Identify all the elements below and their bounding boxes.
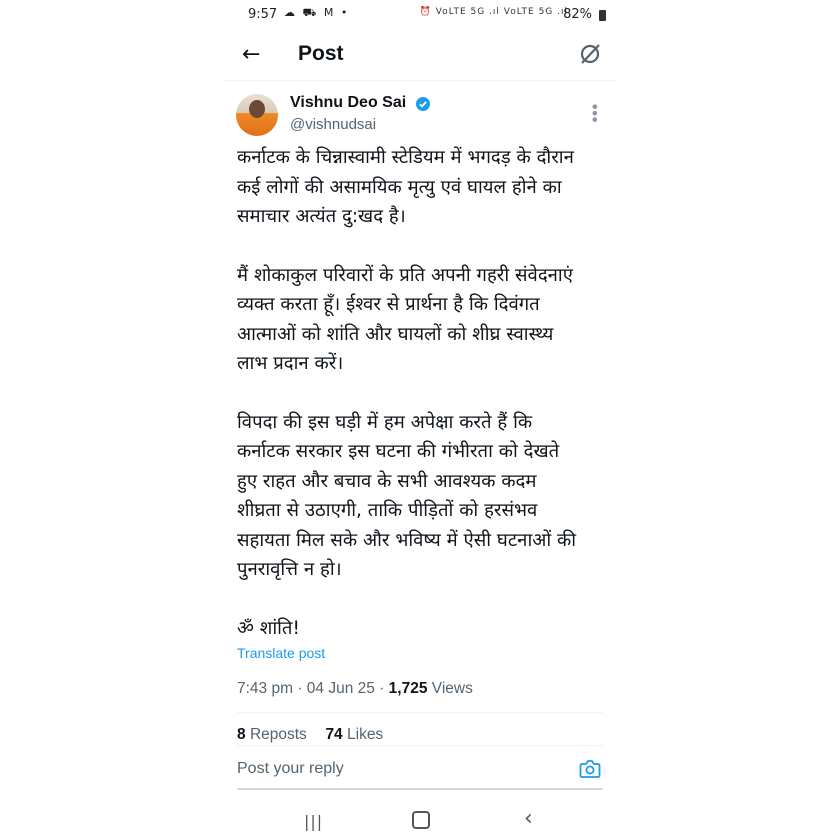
text-line: कर्नाटक सरकार इस घटना की गंभीरता को देखत…: [237, 441, 560, 462]
paragraph-3: विपदा की इस घड़ी में हम अपेक्षा करते हैं…: [237, 408, 609, 585]
text-line: कई लोगों की असामयिक मृत्यु एवं घायल होने…: [237, 176, 562, 198]
battery-icon: [599, 10, 606, 21]
likes-label: Likes: [347, 726, 384, 743]
text-line: आत्माओं को शांति और घायलों को शीघ्र स्वा…: [237, 323, 554, 345]
avatar-face: [249, 100, 265, 118]
likes-link[interactable]: 74 Likes: [325, 726, 383, 743]
home-icon[interactable]: [412, 811, 430, 829]
translate-post-link[interactable]: Translate post: [237, 645, 325, 661]
text-line: मैं शोकाकुल परिवारों के प्रति अपनी गहरी …: [237, 264, 573, 286]
text-line: समाचार अत्यंत दु:खद है।: [237, 206, 406, 227]
signal-icons: ⏰ VoLTE 5G .ıl VoLTE 5G .ıl: [419, 7, 568, 17]
views-count: 1,725: [388, 680, 428, 697]
status-time: 9:57: [248, 7, 278, 22]
system-back-icon[interactable]: ‹: [524, 806, 533, 831]
engagement-stats: 8 Reposts 74 Likes: [237, 726, 383, 744]
grok-icon[interactable]: [578, 42, 602, 66]
camera-icon[interactable]: [579, 759, 601, 779]
reposts-count: 8: [237, 726, 246, 743]
reposts-link[interactable]: 8 Reposts: [237, 726, 311, 743]
divider: [237, 745, 603, 746]
text-line: ॐ शांति!: [237, 617, 300, 639]
text-line: विपदा की इस घड़ी में हम अपेक्षा करते हैं…: [237, 411, 533, 433]
text-line: शीघ्रता से उठाएगी, ताकि पीड़ितों को हरसं…: [237, 500, 538, 521]
text-line: हुए राहत और बचाव के सभी आवश्यक कदम: [237, 470, 537, 492]
post-text: कर्नाटक के चिन्नास्वामी स्टेडियम में भगद…: [237, 143, 609, 643]
text-line: पुनरावृत्ति न हो।: [237, 559, 342, 580]
divider: [237, 788, 603, 790]
text-line: लाभ प्रदान करें।: [237, 353, 344, 374]
author-handle[interactable]: @vishnudsai: [290, 116, 376, 133]
text-line: कर्नाटक के चिन्नास्वामी स्टेडियम में भगद…: [237, 147, 574, 168]
paragraph-1: कर्नाटक के चिन्नास्वामी स्टेडियम में भगद…: [237, 143, 609, 232]
battery-percent: 82%: [563, 7, 592, 22]
paragraph-2: मैं शोकाकुल परिवारों के प्रति अपनी गहरी …: [237, 261, 609, 379]
views-label: Views: [431, 680, 473, 697]
paragraph-4: ॐ शांति!: [237, 614, 609, 644]
back-arrow-icon[interactable]: ←: [242, 42, 260, 67]
text-line: सहायता मिल सके और भविष्य में ऐसी घटनाओं …: [237, 529, 577, 551]
divider: [237, 712, 603, 713]
post-date: 04 Jun 25: [306, 680, 375, 697]
author-name[interactable]: Vishnu Deo Sai: [290, 94, 406, 112]
verified-badge-icon: [416, 97, 430, 111]
notification-icons: ☁ ⛟ M •: [284, 6, 350, 19]
phone-screen: 9:57 ☁ ⛟ M • ⏰ VoLTE 5G .ıl VoLTE 5G .ıl…: [224, 0, 616, 840]
top-bar: ← Post: [224, 32, 616, 81]
system-nav-bar: ||| ‹: [224, 800, 616, 840]
reposts-label: Reposts: [249, 726, 307, 743]
reply-input[interactable]: Post your reply: [237, 760, 344, 778]
recent-apps-icon[interactable]: |||: [304, 812, 323, 831]
avatar[interactable]: [236, 94, 278, 136]
post-time: 7:43 pm: [237, 680, 294, 697]
status-bar: 9:57 ☁ ⛟ M • ⏰ VoLTE 5G .ıl VoLTE 5G .ıl…: [224, 0, 616, 30]
text-line: व्यक्त करता हूँ। ईश्वर से प्रार्थना है क…: [237, 294, 540, 315]
likes-count: 74: [325, 726, 343, 743]
page-title: Post: [298, 42, 344, 65]
more-options-icon[interactable]: •••: [585, 102, 604, 121]
post-meta: 7:43 pm · 04 Jun 25 · 1,725 Views: [237, 680, 473, 697]
